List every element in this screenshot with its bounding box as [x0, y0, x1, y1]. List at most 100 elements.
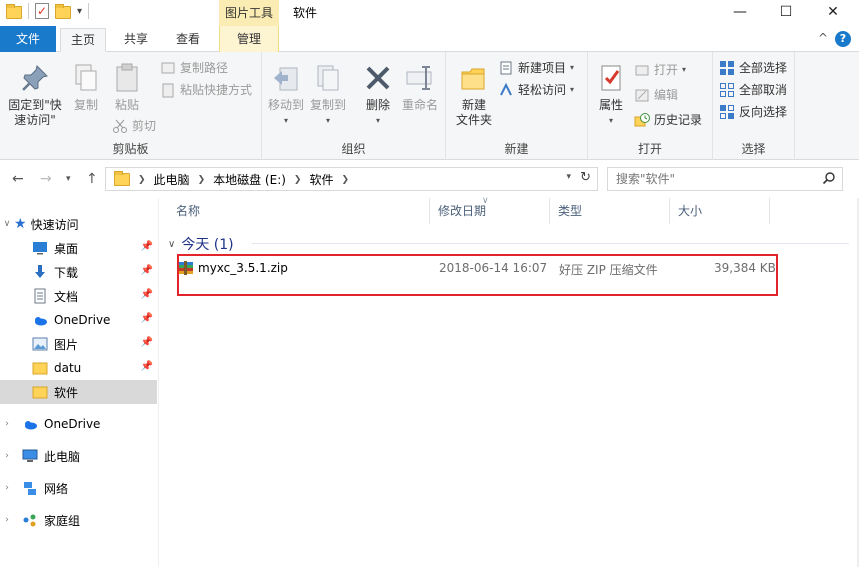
collapse-ribbon-icon[interactable]: ^	[818, 31, 828, 45]
paste-button[interactable]: 粘贴	[108, 62, 146, 113]
nav-item-label: datu	[54, 361, 82, 375]
forward-arrow-icon[interactable]: →	[40, 171, 52, 187]
tab-share[interactable]: 共享	[114, 28, 158, 52]
new-folder-button[interactable]: 新建 文件夹	[452, 62, 496, 128]
nav-item-documents[interactable]: 文档 📌	[0, 284, 157, 308]
paste-shortcut-button[interactable]: 粘贴快捷方式	[160, 80, 252, 100]
new-item-button[interactable]: 新建项目 ▾	[498, 58, 574, 78]
nav-item-downloads[interactable]: 下载 📌	[0, 260, 157, 284]
nav-item-onedrive-quick[interactable]: OneDrive 📌	[0, 308, 157, 332]
new-folder-icon[interactable]	[55, 3, 71, 19]
nav-item-label: 软件	[54, 385, 79, 400]
select-none-button[interactable]: 全部取消	[719, 80, 787, 100]
chevron-right-icon[interactable]: ›	[0, 451, 14, 461]
new-group-label: 新建	[504, 142, 529, 156]
search-box[interactable]	[607, 167, 843, 191]
select-group: 全部选择 全部取消 反向选择 选择	[713, 52, 795, 160]
properties-icon[interactable]: ✓	[35, 3, 49, 19]
nav-onedrive[interactable]: › OneDrive	[0, 412, 157, 436]
nav-homegroup-label: 家庭组	[44, 513, 81, 528]
nav-this-pc[interactable]: › 此电脑	[0, 444, 157, 468]
invert-selection-icon	[719, 104, 735, 120]
chevron-right-icon[interactable]: ›	[0, 419, 14, 429]
refresh-icon[interactable]: ↻	[580, 170, 591, 185]
nav-item-software[interactable]: 软件	[0, 380, 157, 404]
recent-locations-icon[interactable]: ▾	[66, 174, 71, 184]
history-label: 历史记录	[654, 113, 703, 127]
open-button[interactable]: 打开 ▾	[634, 60, 686, 80]
move-to-button[interactable]: 移动到 ▾	[266, 62, 306, 128]
new-item-label: 新建项目	[518, 61, 567, 75]
breadcrumb-drive[interactable]: 本地磁盘 (E:)	[213, 171, 286, 188]
nav-quick-access[interactable]: ∨ ★ 快速访问	[0, 212, 157, 236]
open-label: 打开	[654, 63, 679, 77]
tab-view[interactable]: 查看	[166, 28, 210, 52]
nav-homegroup[interactable]: › 家庭组	[0, 508, 157, 532]
document-icon	[32, 288, 48, 304]
invert-selection-button[interactable]: 反向选择	[719, 102, 787, 122]
select-all-button[interactable]: 全部选择	[719, 58, 787, 78]
paste-icon	[111, 62, 143, 94]
breadcrumb-this-pc[interactable]: 此电脑	[154, 171, 190, 188]
select-all-label: 全部选择	[739, 61, 788, 75]
cut-button[interactable]: 剪切	[112, 116, 156, 136]
search-icon[interactable]	[822, 171, 836, 185]
column-header-name[interactable]: 名称	[168, 198, 430, 224]
maximize-button[interactable]: ☐	[763, 0, 809, 26]
copy-to-button[interactable]: 复制到 ▾	[308, 62, 348, 128]
chevron-right-icon: ❯	[293, 174, 302, 185]
desktop-icon	[32, 240, 48, 256]
search-input[interactable]	[616, 171, 816, 187]
cloud-icon	[22, 416, 38, 432]
chevron-right-icon[interactable]: ›	[0, 483, 14, 493]
customize-qat-icon[interactable]: ▾	[77, 6, 82, 17]
nav-item-pictures[interactable]: 图片 📌	[0, 332, 157, 356]
clipboard-group: 固定到"快 速访问" 复制 粘贴 复制路径 粘贴快捷方式 剪切 剪贴板	[0, 52, 262, 160]
close-button[interactable]: ✕	[810, 0, 856, 26]
nav-item-datu[interactable]: datu 📌	[0, 356, 157, 380]
nav-network[interactable]: › 网络	[0, 476, 157, 500]
pin-icon: 📌	[140, 241, 153, 252]
chevron-right-icon[interactable]: ›	[0, 515, 14, 525]
divider	[88, 3, 90, 19]
clipboard-group-label: 剪贴板	[112, 142, 149, 156]
up-arrow-icon[interactable]: ↑	[86, 171, 98, 187]
picture-icon	[32, 336, 48, 352]
edit-button[interactable]: 编辑	[634, 85, 678, 105]
properties-label: 属性	[598, 98, 623, 112]
easy-access-button[interactable]: 轻松访问 ▾	[498, 80, 574, 100]
tab-file[interactable]: 文件	[0, 26, 56, 52]
column-name-label: 名称	[176, 204, 201, 218]
help-icon[interactable]: ?	[835, 31, 851, 47]
group-header-today[interactable]: ∨ 今天 (1)	[168, 234, 234, 254]
column-header-size[interactable]: 大小	[670, 198, 770, 224]
back-arrow-icon[interactable]: ←	[12, 171, 24, 187]
minimize-button[interactable]: —	[717, 0, 763, 26]
properties-button[interactable]: 属性 ▾	[592, 62, 630, 128]
tab-manage[interactable]: 管理	[219, 26, 279, 52]
tab-home[interactable]: 主页	[60, 28, 106, 52]
select-all-icon	[719, 60, 735, 76]
move-to-icon	[270, 62, 302, 94]
chevron-down-icon[interactable]: ∨	[168, 239, 175, 250]
nav-onedrive-label: OneDrive	[44, 417, 101, 431]
column-header-modified[interactable]: 修改日期 ∨	[430, 196, 550, 224]
column-header-type[interactable]: 类型	[550, 198, 670, 224]
delete-button[interactable]: 删除 ▾	[360, 62, 396, 128]
copy-path-button[interactable]: 复制路径	[160, 58, 228, 78]
pin-icon	[19, 62, 51, 94]
chevron-right-icon: ❯	[138, 174, 146, 185]
organize-group: 移动到 ▾ 复制到 ▾ 删除 ▾ 重命名 组织	[262, 52, 446, 160]
breadcrumb-folder[interactable]: 软件	[309, 171, 333, 188]
pin-quick-access-button[interactable]: 固定到"快 速访问"	[4, 62, 66, 128]
window-title: 软件	[293, 6, 318, 20]
address-history-icon[interactable]: ▾	[566, 172, 571, 182]
rename-button[interactable]: 重命名	[400, 62, 440, 113]
nav-item-label: 文档	[54, 289, 79, 304]
chevron-down-icon[interactable]: ∨	[0, 219, 14, 229]
nav-item-desktop[interactable]: 桌面 📌	[0, 236, 157, 260]
move-to-label: 移动到	[267, 98, 304, 112]
address-bar[interactable]: ❯ 此电脑 ❯ 本地磁盘 (E:) ❯ 软件 ❯ ▾ ↻	[105, 167, 598, 191]
copy-button[interactable]: 复制	[68, 62, 104, 113]
history-button[interactable]: 历史记录	[634, 110, 702, 130]
